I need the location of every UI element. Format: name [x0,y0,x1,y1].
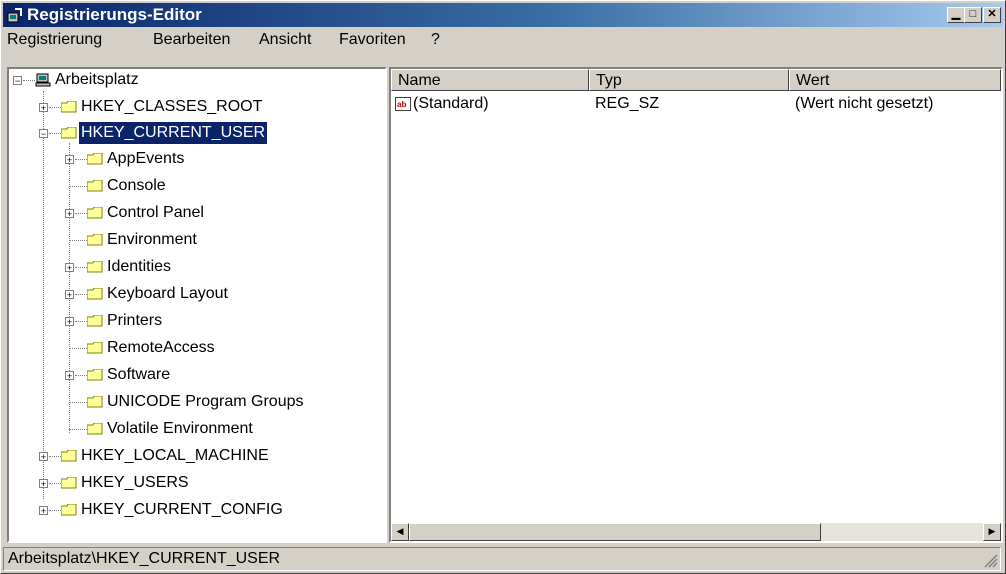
maximize-button[interactable]: □ [964,7,982,23]
resize-grip-icon[interactable] [984,554,998,568]
arrow-left-icon: ◀ [396,526,404,536]
value-type: REG_SZ [595,95,660,112]
folder-icon [87,153,103,165]
folder-icon [87,423,103,435]
tree-node-console[interactable]: Console [105,175,168,197]
collapse-toggle[interactable]: − [39,129,48,139]
column-header-name[interactable]: Name [391,69,589,91]
tree-node-keyboard-layout[interactable]: Keyboard Layout [105,283,230,305]
expand-toggle[interactable]: + [39,479,48,489]
menu-favoriten[interactable]: Favoriten [339,31,406,49]
tree-node-arbeitsplatz[interactable]: Arbeitsplatz [53,69,141,91]
menu-bar: Registrierung Bearbeiten Ansicht Favorit… [3,29,1003,51]
tree-node-hkey-current-user[interactable]: HKEY_CURRENT_USER [77,121,269,145]
folder-icon [61,504,77,516]
folder-icon [87,369,103,381]
close-icon: ✕ [987,8,997,20]
folder-icon [61,477,77,489]
folder-icon [87,342,103,354]
folder-open-icon [61,127,77,139]
expand-toggle[interactable]: + [39,103,48,113]
folder-icon [87,180,103,192]
menu-help[interactable]: ? [431,31,440,49]
arrow-right-icon: ▶ [988,526,996,536]
tree-node-environment[interactable]: Environment [105,229,199,251]
window-title: Registrierungs-Editor [27,5,202,24]
column-header-value[interactable]: Wert [789,69,1001,91]
tree-node-hkey-users[interactable]: HKEY_USERS [79,472,191,494]
menu-registrierung[interactable]: Registrierung [7,31,102,49]
status-path: Arbeitsplatz\HKEY_CURRENT_USER [8,550,281,567]
expand-toggle[interactable]: + [65,371,74,381]
table-row[interactable]: ab (Standard) REG_SZ (Wert nicht gesetzt… [391,93,1001,115]
tree-node-appevents[interactable]: AppEvents [105,148,186,170]
expand-toggle[interactable]: + [65,263,74,273]
regedit-icon [7,8,22,23]
horizontal-scrollbar[interactable]: ◀ ▶ [391,523,1001,541]
tree-node-remoteaccess[interactable]: RemoteAccess [105,337,217,359]
column-header-type[interactable]: Typ [589,69,789,91]
menu-ansicht[interactable]: Ansicht [259,31,311,49]
folder-icon [87,396,103,408]
menu-bearbeiten[interactable]: Bearbeiten [153,31,230,49]
expand-toggle[interactable]: + [65,209,74,219]
svg-text:ab: ab [397,100,406,109]
folder-icon [87,315,103,327]
folder-icon [87,288,103,300]
close-button[interactable]: ✕ [983,7,1001,23]
value-data: (Wert nicht gesetzt) [795,95,934,112]
scroll-thumb[interactable] [409,523,821,541]
scroll-left-button[interactable]: ◀ [391,523,409,541]
expand-toggle[interactable]: + [39,452,48,462]
tree-node-unicode-program-groups[interactable]: UNICODE Program Groups [105,391,306,413]
value-list[interactable]: Name Typ Wert ab (Standard) REG_SZ (Wert… [389,67,1003,543]
expand-toggle[interactable]: + [65,317,74,327]
status-bar: Arbeitsplatz\HKEY_CURRENT_USER [3,547,1001,571]
tree-node-volatile-environment[interactable]: Volatile Environment [105,418,255,440]
tree-line [43,91,44,499]
folder-icon [87,261,103,273]
folder-icon [61,101,77,113]
tree-node-software[interactable]: Software [105,364,172,386]
tree-view[interactable]: − Arbeitsplatz + HKEY_CLASSES_ROOT − HKE… [7,67,387,543]
folder-icon [87,207,103,219]
expand-toggle[interactable]: + [39,506,48,516]
maximize-icon: □ [969,8,977,20]
title-bar[interactable]: Registrierungs-Editor ▁ □ ✕ [3,3,1003,27]
tree-node-hkey-local-machine[interactable]: HKEY_LOCAL_MACHINE [79,445,271,467]
folder-icon [61,450,77,462]
folder-icon [87,234,103,246]
tree-node-control-panel[interactable]: Control Panel [105,202,206,224]
value-name: (Standard) [413,95,489,112]
regedit-window: Registrierungs-Editor ▁ □ ✕ Registrierun… [0,0,1006,574]
expand-toggle[interactable]: + [65,155,74,165]
tree-node-identities[interactable]: Identities [105,256,173,278]
computer-icon [35,73,51,87]
string-value-icon: ab [395,97,411,111]
tree-node-hkey-current-config[interactable]: HKEY_CURRENT_CONFIG [79,499,285,521]
expand-toggle[interactable]: + [65,290,74,300]
minimize-icon: ▁ [951,8,961,20]
scroll-right-button[interactable]: ▶ [983,523,1001,541]
minimize-button[interactable]: ▁ [947,7,965,23]
tree-node-hkey-classes-root[interactable]: HKEY_CLASSES_ROOT [79,96,264,118]
collapse-toggle[interactable]: − [13,76,22,86]
tree-node-printers[interactable]: Printers [105,310,164,332]
